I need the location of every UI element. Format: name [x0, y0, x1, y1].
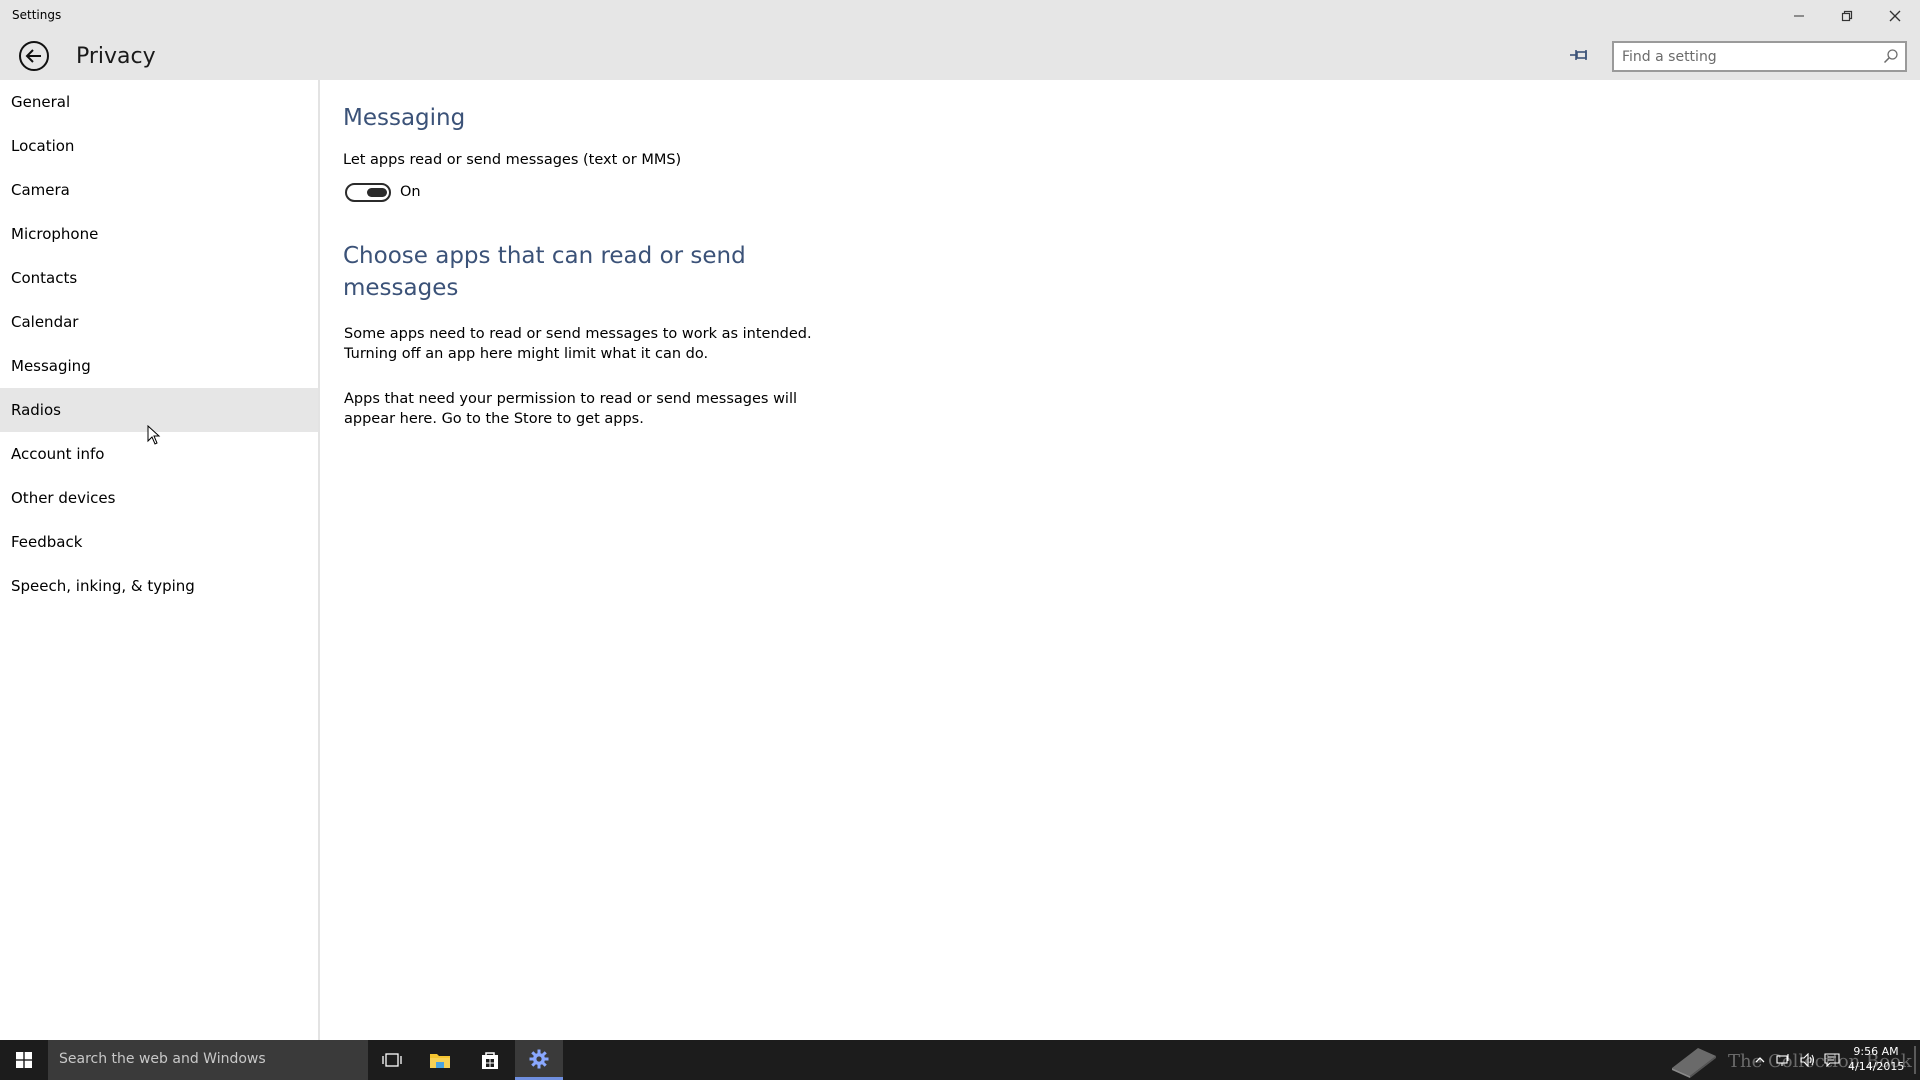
privacy-sidebar: General Location Camera Microphone Conta… [0, 80, 320, 1040]
section-title-messaging: Messaging [343, 105, 466, 131]
toggle-knob [367, 188, 387, 197]
taskbar-clock[interactable]: 9:56 AM 4/14/2015 [1848, 1044, 1904, 1074]
sidebar-item-label: Feedback [11, 533, 83, 551]
sidebar-item-label: Speech, inking, & typing [11, 577, 195, 595]
sidebar-item-label: Radios [11, 401, 61, 419]
chevron-up-icon [1755, 1057, 1765, 1063]
paragraph2-line2: appear here. Go to the Store to get apps… [344, 411, 644, 427]
taskbar-search-text: Search the web and Windows [59, 1051, 266, 1067]
sidebar-item-label: Account info [11, 445, 105, 463]
section-title-choose-apps: Choose apps that can read or send messag… [343, 240, 746, 304]
sidebar-item-label: Other devices [11, 489, 116, 507]
paragraph1-line1: Some apps need to read or send messages … [344, 326, 812, 342]
action-center-button[interactable] [1820, 1040, 1844, 1080]
book-logo-icon [1672, 1048, 1716, 1078]
start-button[interactable] [0, 1040, 48, 1080]
mouse-cursor-icon [147, 425, 161, 445]
close-button[interactable] [1872, 0, 1918, 31]
sidebar-item-feedback[interactable]: Feedback [0, 520, 318, 564]
store-taskbar-button[interactable] [466, 1040, 514, 1080]
clock-date: 4/14/2015 [1848, 1060, 1905, 1073]
sidebar-item-messaging[interactable]: Messaging [0, 344, 318, 388]
sidebar-item-camera[interactable]: Camera [0, 168, 318, 212]
sidebar-item-general[interactable]: General [0, 80, 318, 124]
sidebar-item-label: Location [11, 137, 75, 155]
folder-icon [430, 1054, 450, 1068]
show-desktop-button[interactable] [1914, 1046, 1916, 1074]
minimize-button[interactable] [1776, 0, 1822, 31]
task-view-icon [382, 1053, 402, 1067]
file-explorer-taskbar-button[interactable] [416, 1040, 464, 1080]
clock-time: 9:56 AM [1853, 1045, 1899, 1058]
sidebar-item-label: General [11, 93, 71, 111]
back-arrow-icon [19, 41, 49, 71]
toggle-label: Let apps read or send messages (text or … [343, 152, 682, 168]
search-input[interactable] [1614, 43, 1879, 70]
window-title-bar: Settings [0, 0, 1920, 31]
sidebar-item-label: Messaging [11, 357, 91, 375]
task-view-button[interactable] [368, 1040, 416, 1080]
search-icon[interactable] [1883, 48, 1899, 64]
choose-title-line1: Choose apps that can read or send [343, 243, 746, 269]
settings-taskbar-button[interactable] [515, 1040, 563, 1080]
show-hidden-icons-button[interactable] [1748, 1040, 1772, 1080]
apps-permission-paragraph: Apps that need your permission to read o… [344, 389, 814, 429]
system-tray [1748, 1040, 1844, 1080]
network-icon [1776, 1054, 1789, 1066]
sidebar-item-contacts[interactable]: Contacts [0, 256, 318, 300]
close-icon [1889, 10, 1901, 21]
taskbar-search-box[interactable]: Search the web and Windows [48, 1040, 368, 1080]
volume-tray-button[interactable] [1796, 1040, 1820, 1080]
sidebar-item-label: Camera [11, 181, 70, 199]
windows-logo-icon [16, 1052, 32, 1068]
sidebar-item-speech-inking-typing[interactable]: Speech, inking, & typing [0, 564, 318, 608]
toggle-state-text: On [400, 184, 421, 200]
sidebar-item-label: Calendar [11, 313, 79, 331]
apps-description-paragraph: Some apps need to read or send messages … [344, 324, 814, 364]
back-button[interactable] [18, 40, 50, 72]
window-title: Settings [12, 8, 62, 22]
sidebar-item-label: Microphone [11, 225, 99, 243]
sidebar-item-location[interactable]: Location [0, 124, 318, 168]
pin-icon [1570, 50, 1587, 60]
speaker-icon [1800, 1053, 1815, 1067]
sidebar-item-microphone[interactable]: Microphone [0, 212, 318, 256]
sidebar-item-calendar[interactable]: Calendar [0, 300, 318, 344]
sidebar-item-label: Contacts [11, 269, 78, 287]
messaging-access-toggle[interactable] [345, 183, 391, 202]
paragraph2-line1: Apps that need your permission to read o… [344, 391, 798, 407]
pin-to-start-button[interactable] [1565, 43, 1593, 67]
find-setting-search-box[interactable] [1612, 41, 1907, 72]
taskbar: Search the web and Windows The Collectio… [0, 1040, 1920, 1080]
paragraph1-line2: Turning off an app here might limit what… [344, 346, 709, 362]
store-bag-icon [482, 1052, 498, 1069]
sidebar-item-other-devices[interactable]: Other devices [0, 476, 318, 520]
restore-icon [1841, 10, 1853, 21]
settings-header: Privacy [0, 31, 1920, 80]
network-tray-button[interactable] [1772, 1040, 1796, 1080]
restore-button[interactable] [1824, 0, 1870, 31]
gear-icon [529, 1049, 549, 1068]
choose-title-line2: messages [343, 275, 459, 301]
minimize-icon [1794, 15, 1804, 16]
notification-icon [1824, 1053, 1840, 1067]
page-title: Privacy [76, 44, 156, 69]
